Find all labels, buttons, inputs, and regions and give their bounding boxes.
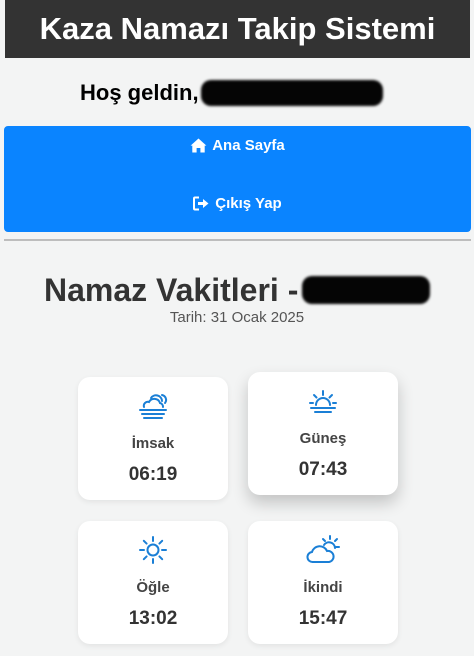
prayer-card-ikindi: İkindi 15:47 <box>248 521 398 644</box>
logout-icon <box>193 196 209 210</box>
prayer-time: 15:47 <box>298 608 348 629</box>
home-icon <box>190 138 207 152</box>
welcome-greeting: Hoş geldin, <box>80 80 199 105</box>
sun-icon <box>138 535 168 565</box>
divider <box>4 239 471 241</box>
redacted-username <box>200 80 383 106</box>
nav-home-link[interactable]: Ana Sayfa <box>4 134 471 156</box>
prayer-time: 13:02 <box>128 608 178 629</box>
prayer-name: Öğle <box>136 579 170 596</box>
welcome-message: Hoş geldin, <box>80 77 383 109</box>
date-label: Tarih: 31 Ocak 2025 <box>169 309 305 326</box>
nav-logout-label: Çıkış Yap <box>215 194 282 212</box>
prayer-card-imsak: İmsak 06:19 <box>78 377 228 500</box>
prayer-name: İkindi <box>303 579 343 596</box>
nav-bar: Ana Sayfa Çıkış Yap <box>4 126 471 232</box>
nav-logout-link[interactable]: Çıkış Yap <box>4 192 471 214</box>
cloud-sun-icon <box>305 535 341 565</box>
sunrise-icon <box>308 386 338 416</box>
nav-home-label: Ana Sayfa <box>212 136 285 154</box>
prayer-time: 06:19 <box>128 464 178 485</box>
prayer-name: Güneş <box>299 430 347 447</box>
prayer-card-ogle: Öğle 13:02 <box>78 521 228 644</box>
prayer-name: İmsak <box>131 435 175 452</box>
prayer-time: 07:43 <box>298 459 348 480</box>
redacted-location <box>302 276 431 304</box>
app-title: Kaza Namazı Takip Sistemi <box>39 11 436 46</box>
fog-cloud-icon <box>137 391 169 421</box>
app-header: Kaza Namazı Takip Sistemi <box>5 0 470 58</box>
prayer-card-gunes: Güneş 07:43 <box>248 372 398 495</box>
prayer-times-title: Namaz Vakitleri - <box>44 270 431 310</box>
prayer-times-heading: Namaz Vakitleri - <box>44 271 299 308</box>
